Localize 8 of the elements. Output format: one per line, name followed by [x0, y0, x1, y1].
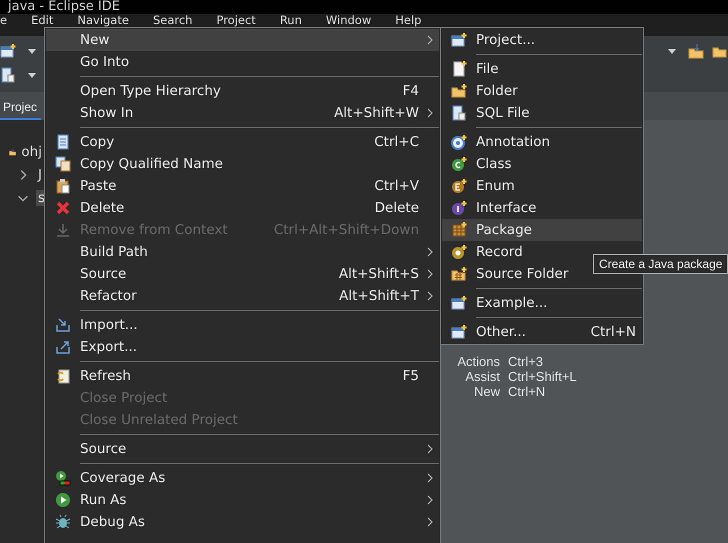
shortcut-label: New [472, 384, 500, 399]
shortcut-key: Ctrl+Shift+L [508, 369, 577, 384]
shortcut-label: Actions [456, 354, 500, 369]
window-title: java - Eclipse IDE [8, 0, 120, 14]
shortcut-key: Ctrl+3 [508, 354, 577, 369]
shortcut-key: Ctrl+N [508, 384, 577, 399]
tooltip: Create a Java package [593, 254, 728, 274]
shortcut-label: Assist [464, 369, 500, 384]
